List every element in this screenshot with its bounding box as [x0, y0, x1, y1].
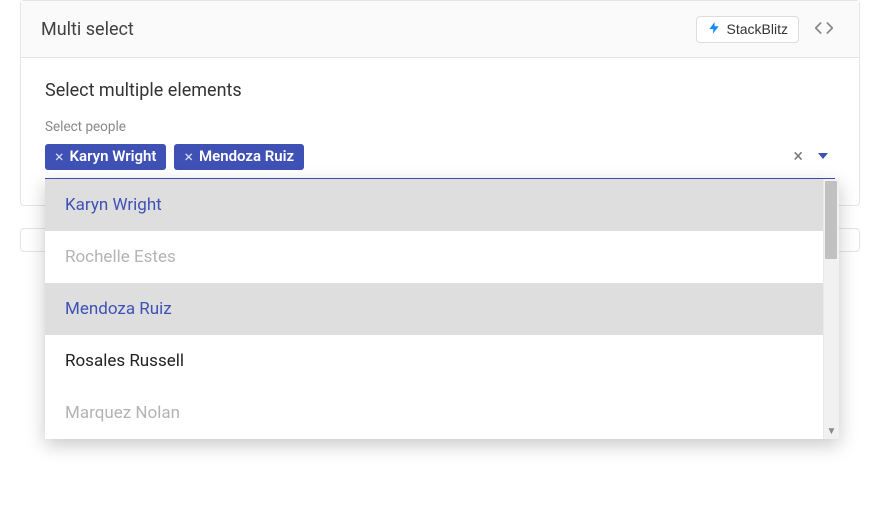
- code-icon: [814, 20, 834, 39]
- section-heading: Select multiple elements: [45, 80, 835, 101]
- option[interactable]: Karyn Wright: [45, 179, 839, 231]
- chip-remove-icon[interactable]: ×: [184, 149, 193, 165]
- chip-label: Karyn Wright: [70, 149, 157, 164]
- select-control[interactable]: × Karyn Wright × Mendoza Ruiz ×: [45, 141, 835, 179]
- clear-all-button[interactable]: ×: [789, 148, 807, 166]
- chip[interactable]: × Karyn Wright: [45, 144, 166, 170]
- scroll-down-icon[interactable]: ▼: [824, 423, 839, 439]
- option: Marquez Nolan: [45, 387, 839, 439]
- header-actions: StackBlitz: [696, 15, 839, 43]
- bolt-icon: [707, 21, 721, 38]
- selected-chips: × Karyn Wright × Mendoza Ruiz: [45, 144, 304, 170]
- option-label: Mendoza Ruiz: [65, 299, 172, 319]
- options-list[interactable]: Karyn Wright Rochelle Estes Mendoza Ruiz…: [45, 179, 839, 439]
- dropdown-scrollbar[interactable]: ▲ ▼: [823, 179, 839, 439]
- chip-remove-icon[interactable]: ×: [55, 149, 64, 165]
- dropdown-toggle[interactable]: [815, 147, 831, 166]
- card-header: Multi select StackBlitz: [21, 1, 859, 58]
- option-label: Rochelle Estes: [65, 247, 176, 267]
- option[interactable]: Rosales Russell: [45, 335, 839, 387]
- chip-label: Mendoza Ruiz: [199, 149, 294, 164]
- option[interactable]: Mendoza Ruiz: [45, 283, 839, 335]
- card-body: Select multiple elements Select people ×…: [21, 58, 859, 205]
- chip[interactable]: × Mendoza Ruiz: [174, 144, 304, 170]
- example-card: Multi select StackBlitz Select multiple …: [20, 0, 860, 206]
- caret-down-icon: [817, 147, 829, 166]
- scrollbar-thumb[interactable]: [825, 181, 837, 259]
- card-title: Multi select: [41, 19, 134, 40]
- stackblitz-button[interactable]: StackBlitz: [696, 16, 799, 43]
- option-label: Karyn Wright: [65, 195, 162, 215]
- dropdown-panel: Karyn Wright Rochelle Estes Mendoza Ruiz…: [45, 179, 839, 439]
- option-label: Marquez Nolan: [65, 403, 180, 423]
- toggle-code-button[interactable]: [809, 15, 839, 43]
- stackblitz-label: StackBlitz: [727, 21, 788, 37]
- field-label: Select people: [45, 119, 835, 135]
- multi-select[interactable]: × Karyn Wright × Mendoza Ruiz ×: [45, 141, 835, 179]
- option-label: Rosales Russell: [65, 351, 184, 371]
- option: Rochelle Estes: [45, 231, 839, 283]
